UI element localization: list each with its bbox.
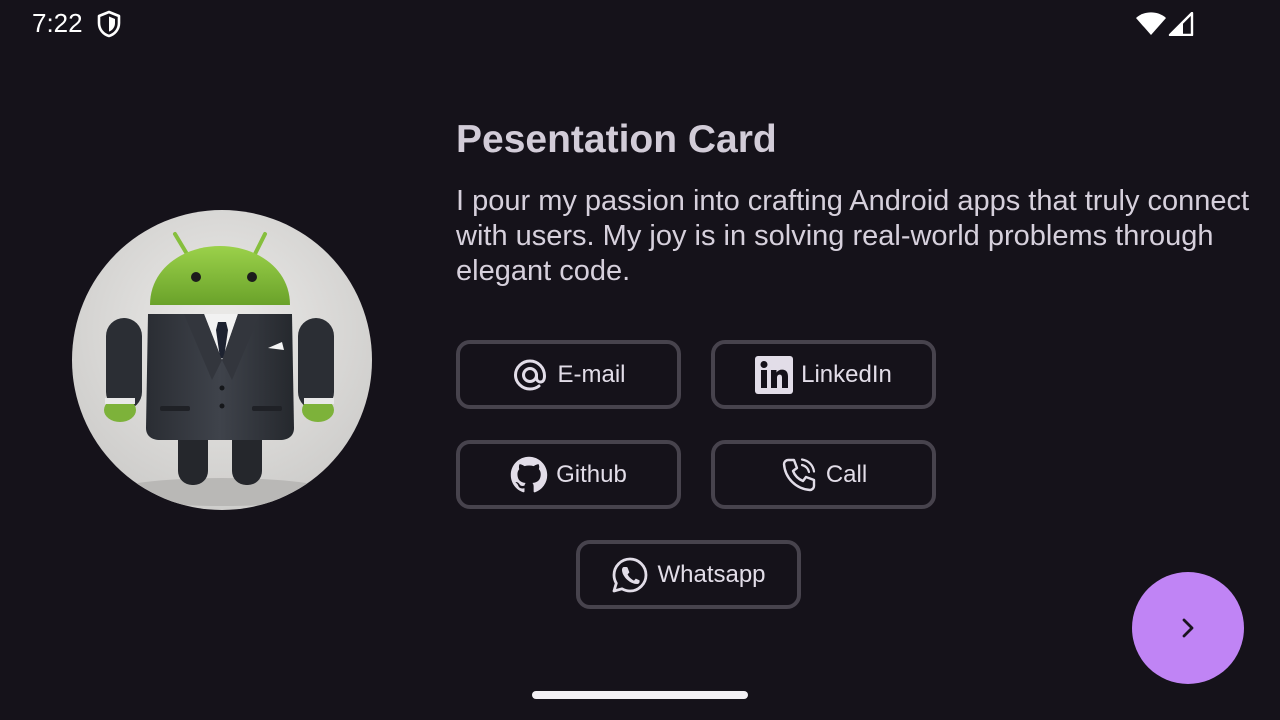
- android-robot-in-suit-avatar: [72, 210, 372, 510]
- next-fab-button[interactable]: [1132, 572, 1244, 684]
- whatsapp-button[interactable]: Whatsapp: [576, 540, 801, 609]
- call-button[interactable]: Call: [711, 440, 936, 509]
- github-icon: [510, 456, 548, 494]
- profile-avatar: [72, 210, 372, 510]
- status-bar: 7:22: [0, 0, 1280, 48]
- shield-icon: [96, 10, 122, 38]
- bio-description: I pour my passion into crafting Android …: [456, 185, 1250, 287]
- phone-icon: [780, 456, 818, 494]
- linkedin-button[interactable]: LinkedIn: [711, 340, 936, 409]
- presentation-screen: 7:22 Pesentation Card I pour my passion …: [0, 0, 1280, 720]
- home-indicator[interactable]: [532, 691, 748, 699]
- at-sign-icon: [511, 356, 549, 394]
- signal-icon: [1168, 11, 1194, 37]
- github-button-label: Github: [556, 460, 627, 488]
- linkedin-icon: [755, 355, 794, 394]
- email-button[interactable]: E-mail: [456, 340, 681, 409]
- wifi-icon: [1135, 12, 1167, 36]
- github-button[interactable]: Github: [456, 440, 681, 509]
- chevron-right-icon: [1182, 618, 1194, 638]
- page-title: Pesentation Card: [456, 118, 777, 161]
- status-time: 7:22: [32, 8, 83, 38]
- whatsapp-button-label: Whatsapp: [657, 560, 766, 588]
- whatsapp-icon: [611, 556, 649, 594]
- call-button-label: Call: [825, 460, 868, 488]
- linkedin-button-label: LinkedIn: [801, 360, 892, 388]
- email-button-label: E-mail: [557, 360, 626, 388]
